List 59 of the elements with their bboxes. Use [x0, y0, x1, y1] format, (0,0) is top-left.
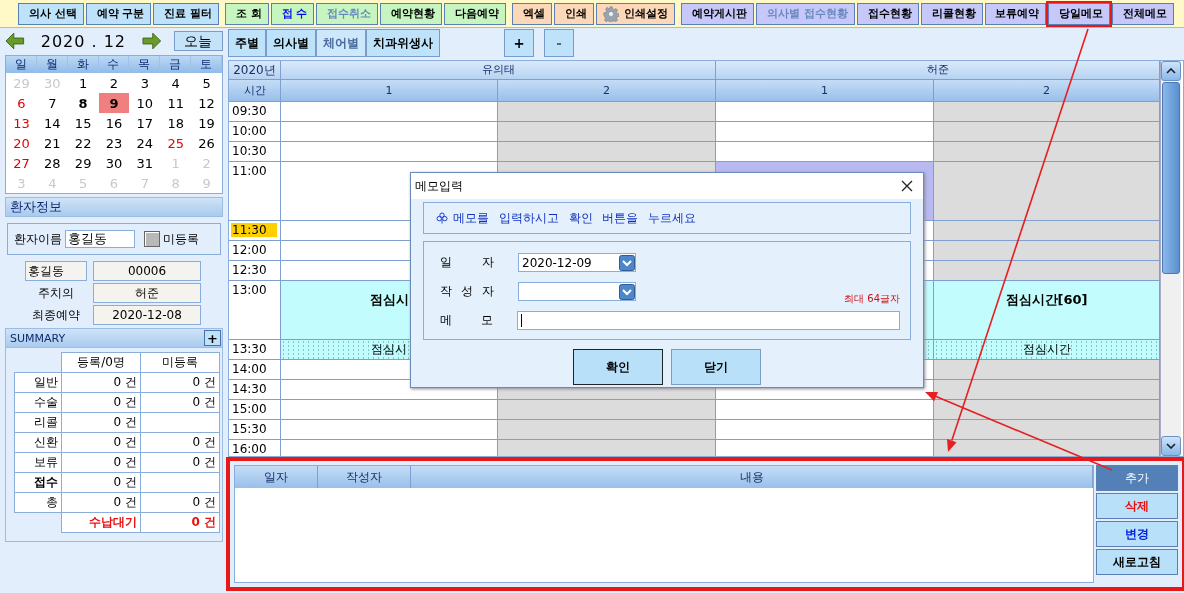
time-label: 14:30: [231, 382, 268, 396]
field-label: 작 성 자: [440, 283, 494, 300]
row-header: 수술: [14, 392, 62, 413]
checkbox-label: 미등록: [163, 230, 199, 248]
weekday-header: 목: [129, 56, 161, 73]
limit-note: 최대 64글자: [844, 292, 900, 306]
row-header: 일반: [14, 372, 62, 393]
time-header: 시간: [229, 80, 281, 102]
time-label: 14:00: [231, 362, 268, 376]
column-header: 등록/0명: [61, 352, 141, 373]
field-value: 2020-12-08: [93, 305, 201, 325]
time-label: 12:30: [231, 263, 268, 277]
field-label: 홍길동: [25, 261, 87, 281]
time-label: 10:00: [231, 124, 268, 138]
time-label: 10:30: [231, 144, 268, 158]
time-label: 13:00: [231, 283, 268, 297]
column-header: 일자: [235, 466, 318, 488]
row-header: 보류: [14, 452, 62, 473]
chair-header: 1: [281, 80, 498, 102]
time-label: 13:30: [231, 342, 268, 356]
chair-header: 2: [498, 80, 716, 102]
field-label: 주치의: [37, 285, 75, 302]
field-label: 최종예약: [31, 307, 81, 324]
dialog-title: 메모입력: [415, 177, 463, 195]
time-label: 16:00: [231, 442, 268, 456]
weekday-header: 토: [191, 56, 222, 73]
row-header: 접수: [14, 472, 62, 493]
doctor-header: 허준: [716, 61, 1160, 80]
chair-header: 2: [934, 80, 1160, 102]
time-label: 12:00: [231, 243, 268, 257]
field-label: 메 모: [440, 312, 493, 329]
time-label: 15:30: [231, 422, 268, 436]
field-label: 환자이름: [14, 230, 62, 248]
weekday-header: 수: [98, 56, 130, 73]
section-title: SUMMARY: [10, 331, 66, 345]
weekday-header: 화: [67, 56, 99, 73]
doctor-header: 유의태: [281, 61, 716, 80]
chair-header: 1: [716, 80, 934, 102]
field-value: 00006: [93, 261, 201, 281]
row-header: 리콜: [14, 412, 62, 433]
time-label: 11:00: [231, 164, 268, 178]
weekday-header: 금: [160, 56, 192, 73]
time-label: 09:30: [231, 104, 268, 118]
hint-text: 메모를 입력하시고 확인 버튼을 누르세요: [453, 209, 697, 227]
section-title: 환자정보: [10, 198, 62, 216]
month-label: 2020 . 12: [39, 31, 128, 51]
column-header: 작성자: [318, 466, 411, 488]
weekday-header: 일: [6, 56, 37, 73]
weekday-header: 월: [36, 56, 68, 73]
row-header: 신환: [14, 432, 62, 453]
row-header: 총: [14, 492, 62, 513]
field-value: 허준: [93, 283, 201, 303]
time-label: 11:30: [231, 223, 277, 237]
time-label: 15:00: [231, 402, 268, 416]
year-header: 2020년: [229, 61, 281, 80]
field-label: 일 자: [440, 254, 494, 271]
summary-total-label: 수납대기: [61, 512, 141, 533]
column-header: 미등록: [140, 352, 220, 373]
column-header: 내용: [411, 466, 1093, 488]
